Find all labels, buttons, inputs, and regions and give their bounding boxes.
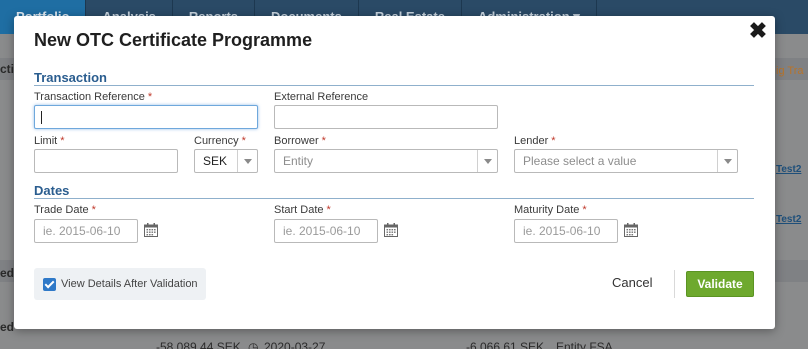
currency-select[interactable]: SEK [194,149,258,173]
input-placeholder: ie. 2015-06-10 [523,224,601,238]
section-divider [34,85,754,86]
section-title-transaction: Transaction [34,70,107,85]
chevron-down-icon[interactable] [477,150,497,172]
input-placeholder: ie. 2015-06-10 [283,224,361,238]
start-date-input[interactable]: ie. 2015-06-10 [274,219,378,243]
label-text: Borrower [274,135,319,147]
chevron-down-icon[interactable] [237,150,257,172]
label-text: Currency [194,135,239,147]
background-entity: Entity FSA [556,340,613,349]
start-date-label: Start Date * [274,204,331,216]
background-clock-icon: ◷ [248,340,259,349]
trade-date-label: Trade Date * [34,204,96,216]
required-marker: * [326,204,331,216]
calendar-icon[interactable] [143,222,159,238]
cancel-button[interactable]: Cancel [612,275,652,290]
close-icon[interactable]: ✖ [747,20,769,42]
background-link[interactable]: Test2 [776,214,801,225]
required-marker: * [551,135,556,147]
label-text: Transaction Reference [34,91,145,103]
label-text: Limit [34,135,58,147]
input-placeholder: ie. 2015-06-10 [43,224,121,238]
select-value: Please select a value [523,154,637,168]
calendar-icon[interactable] [623,222,639,238]
limit-label: Limit * [34,135,65,147]
validate-button[interactable]: Validate [686,271,754,297]
label-text: Trade Date [34,204,89,216]
maturity-date-input[interactable]: ie. 2015-06-10 [514,219,618,243]
required-marker: * [147,91,153,103]
required-marker: * [241,135,246,147]
label-text: Maturity Date [514,204,580,216]
borrower-select[interactable]: Entity [274,149,498,173]
external-reference-label: External Reference [274,91,369,103]
background-link[interactable]: Test2 [776,164,801,175]
lender-label: Lender * [514,135,556,147]
required-marker: * [321,135,326,147]
transaction-reference-label: Transaction Reference * [34,91,152,103]
view-details-checkbox-panel: View Details After Validation [34,268,206,300]
maturity-date-label: Maturity Date * [514,204,587,216]
view-details-checkbox[interactable] [43,278,56,291]
limit-input[interactable] [34,149,178,173]
modal-title: New OTC Certificate Programme [34,30,313,50]
background-side-text: ed [0,320,15,334]
calendar-icon[interactable] [383,222,399,238]
borrower-label: Borrower * [274,135,326,147]
transaction-reference-input[interactable] [34,105,258,129]
label-text: Lender [514,135,549,147]
footer-divider [674,270,675,298]
background-amount: -58,089.44 SEK [156,340,241,349]
view-details-label[interactable]: View Details After Validation [61,278,198,290]
new-otc-certificate-modal: New OTC Certificate Programme ✖ Transact… [14,16,775,329]
section-title-dates: Dates [34,183,70,198]
background-side-text: ed [0,266,15,280]
required-marker: * [91,204,96,216]
lender-select[interactable]: Please select a value [514,149,738,173]
section-divider [34,198,754,199]
background-date: 2020-03-27 [264,340,326,349]
required-marker: * [582,204,587,216]
select-value: Entity [283,154,314,168]
external-reference-input[interactable] [274,105,498,129]
label-text: Start Date [274,204,324,216]
chevron-down-icon[interactable] [717,150,737,172]
text-caret [41,111,42,124]
required-marker: * [60,135,65,147]
currency-label: Currency * [194,135,246,147]
trade-date-input[interactable]: ie. 2015-06-10 [34,219,138,243]
background-orange-text: ig Tra [776,65,804,77]
select-value: SEK [203,154,228,168]
background-amount: -6,066.61 SEK [466,340,545,349]
